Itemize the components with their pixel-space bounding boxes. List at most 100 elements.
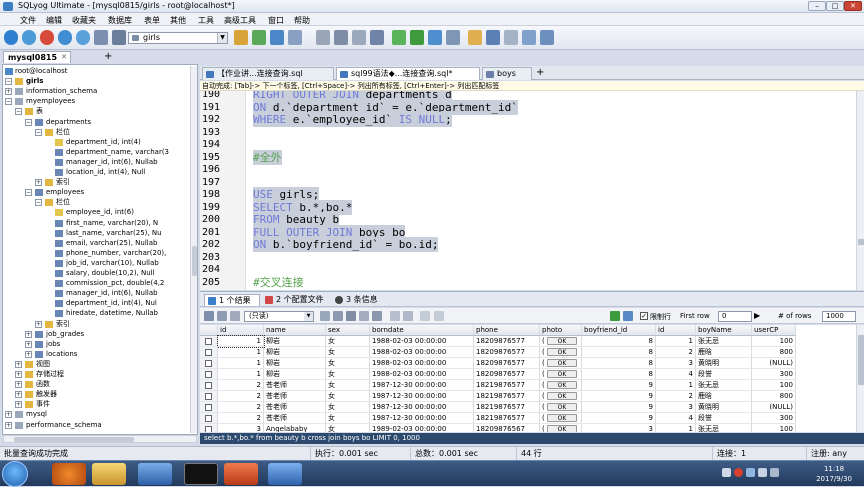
table-cell[interactable]: 1 [656, 424, 696, 432]
row-checkbox[interactable] [205, 371, 212, 378]
editor-tab-3[interactable]: boys [482, 67, 532, 80]
collapse-icon[interactable]: − [25, 118, 32, 126]
chevron-down-icon[interactable]: ▼ [217, 33, 227, 43]
column-header[interactable]: boyName [696, 325, 752, 336]
table-cell[interactable]: ( OK [540, 424, 582, 432]
tree-node[interactable]: department_name, varchar(3 [66, 148, 169, 157]
expand-icon[interactable]: + [15, 391, 22, 399]
table-cell[interactable]: 8 [582, 347, 656, 358]
table-cell[interactable]: 柳岩 [264, 347, 326, 358]
table-cell[interactable]: (NULL) [752, 402, 796, 413]
table-cell[interactable]: 18209876577 [474, 358, 540, 369]
row-checkbox[interactable] [205, 404, 212, 411]
new-connection-icon[interactable] [4, 30, 18, 45]
table-cell[interactable]: 1988-02-03 00:00:00 [370, 347, 474, 358]
tree-node[interactable]: myemployees [26, 97, 75, 106]
tree-node[interactable]: email, varchar(25), Nullab [66, 239, 157, 248]
table-data-icon[interactable] [316, 30, 330, 45]
row-checkbox[interactable] [205, 426, 212, 432]
add-connection-tab-button[interactable]: + [104, 51, 112, 62]
table-cell[interactable]: 1987-12-30 00:00:00 [370, 402, 474, 413]
grid-corner[interactable] [200, 325, 218, 336]
table-cell[interactable]: 2 [218, 380, 264, 391]
refresh-results-icon[interactable] [623, 311, 633, 321]
filter-icon[interactable] [610, 311, 620, 321]
table-cell[interactable]: 女 [326, 358, 370, 369]
table-cell[interactable]: 3 [656, 402, 696, 413]
table-cell[interactable]: Angelababy [264, 424, 326, 432]
row-selector[interactable] [200, 391, 218, 402]
table-cell[interactable]: 女 [326, 369, 370, 380]
row-selector[interactable] [200, 402, 218, 413]
tree-node[interactable]: 事件 [36, 400, 50, 409]
firefox-icon[interactable] [52, 463, 86, 485]
table-cell[interactable]: 2 [218, 391, 264, 402]
execute-icon[interactable] [76, 30, 90, 45]
chevron-down-icon[interactable]: ▼ [304, 312, 313, 321]
table-cell[interactable]: 柳岩 [264, 336, 326, 347]
expand-icon[interactable]: + [35, 320, 42, 328]
menu-database[interactable]: 数据库 [108, 15, 132, 26]
run-all-icon[interactable] [270, 30, 284, 45]
row-checkbox[interactable] [205, 393, 212, 400]
table-cell[interactable]: 2 [218, 413, 264, 424]
tree-node[interactable]: last_name, varchar(25), Nu [66, 229, 162, 238]
column-header[interactable]: userCP [752, 325, 796, 336]
row-selector[interactable] [200, 347, 218, 358]
run-query-icon[interactable] [252, 30, 266, 45]
row-checkbox[interactable] [205, 338, 212, 345]
expand-icon[interactable]: + [35, 179, 42, 187]
sql-editor[interactable]: 190 RIGHT OUTER JOIN departments d 191 ON d… [200, 91, 856, 290]
table-cell[interactable]: 女 [326, 391, 370, 402]
blob-ok-button[interactable]: OK [546, 348, 577, 356]
editor-tab-1[interactable]: 【作业讲...连接查询.sql [202, 67, 334, 80]
column-header[interactable]: borndate [370, 325, 474, 336]
tree-node[interactable]: 触发器 [36, 390, 57, 399]
blob-ok-button[interactable]: OK [546, 337, 577, 345]
grid-view-icon[interactable] [204, 311, 214, 321]
tab-messages[interactable]: 3 条信息 [332, 294, 384, 306]
table-cell[interactable]: 黄晓明 [696, 358, 752, 369]
table-cell[interactable]: 1 [218, 369, 264, 380]
monitor-icon[interactable] [486, 30, 500, 45]
tree-node[interactable]: job_grades [46, 330, 84, 339]
expand-icon[interactable]: + [5, 411, 12, 419]
column-settings-icon[interactable] [434, 311, 444, 321]
compare-icon[interactable] [410, 30, 424, 45]
tree-node[interactable]: 函数 [36, 380, 50, 389]
collapse-icon[interactable]: − [15, 108, 22, 116]
index-icon[interactable] [352, 30, 366, 45]
tree-node[interactable]: 栏位 [56, 128, 70, 137]
blob-ok-button[interactable]: OK [546, 359, 577, 367]
tray-volume-icon[interactable] [758, 468, 767, 477]
table-cell[interactable]: 1989-02-03 00:00:00 [370, 424, 474, 432]
grid-settings-icon[interactable] [420, 311, 430, 321]
table-cell[interactable]: 1 [217, 335, 265, 348]
read-only-mode-select[interactable]: (只读) ▼ [244, 311, 314, 322]
tree-root[interactable]: root@localhost [15, 67, 67, 76]
table-cell[interactable]: 18219876577 [474, 380, 540, 391]
duplicate-row-icon[interactable] [333, 311, 343, 321]
connection-tab[interactable]: mysql0815 ✕ [3, 51, 71, 63]
table-cell[interactable]: 100 [752, 380, 796, 391]
table-cell[interactable]: 100 [752, 336, 796, 347]
table-cell[interactable]: 女 [326, 424, 370, 432]
notes-icon[interactable] [522, 30, 536, 45]
table-cell[interactable]: 18219876577 [474, 391, 540, 402]
table-cell[interactable]: (NULL) [752, 358, 796, 369]
row-checkbox[interactable] [205, 382, 212, 389]
table-cell[interactable]: ( OK [540, 391, 582, 402]
scheduler-icon[interactable] [446, 30, 460, 45]
blob-ok-button[interactable]: OK [546, 381, 577, 389]
column-header[interactable]: photo [540, 325, 582, 336]
table-cell[interactable]: ( OK [540, 347, 582, 358]
save-icon[interactable] [346, 311, 356, 321]
table-cell[interactable]: 女 [326, 380, 370, 391]
table-cell[interactable]: 4 [656, 369, 696, 380]
table-cell[interactable]: 8 [582, 336, 656, 347]
collapse-icon[interactable]: − [35, 128, 42, 136]
table-cell[interactable]: 100 [752, 424, 796, 432]
tree-node[interactable]: 索引 [56, 320, 70, 329]
table-cell[interactable]: 1 [656, 336, 696, 347]
menu-window[interactable]: 窗口 [268, 15, 284, 26]
